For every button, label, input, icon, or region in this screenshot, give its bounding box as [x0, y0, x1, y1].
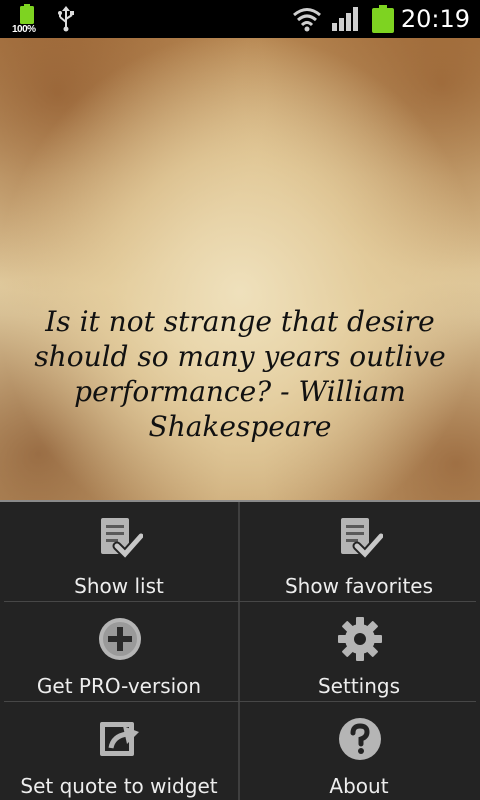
app-screen: 100% 20:19 Is it not strange that desire… — [0, 0, 480, 800]
settings-button[interactable]: Settings — [240, 602, 478, 702]
battery-icon — [372, 5, 394, 33]
battery-percent: 100% — [12, 24, 36, 35]
status-time: 20:19 — [400, 5, 470, 33]
get-pro-version-label: Get PRO-version — [36, 674, 202, 698]
settings-label: Settings — [317, 674, 401, 698]
status-bar: 100% 20:19 — [0, 0, 480, 38]
quote-display[interactable]: Is it not strange that desire should so … — [0, 38, 480, 500]
signal-icon — [332, 7, 358, 31]
widget-export-icon — [100, 722, 139, 756]
gear-icon — [338, 617, 382, 661]
usb-icon — [58, 6, 74, 32]
show-favorites-button[interactable]: Show favorites — [240, 502, 478, 602]
about-button[interactable]: About — [240, 702, 478, 800]
battery-small-icon — [20, 4, 34, 24]
plus-circle-icon — [99, 618, 141, 660]
set-quote-to-widget-label: Set quote to widget — [20, 774, 218, 798]
options-menu: Show list Show favorites Get PRO-version… — [0, 500, 480, 800]
quote-text: Is it not strange that desire should so … — [34, 305, 446, 443]
about-label: About — [329, 774, 389, 798]
help-icon — [339, 718, 381, 760]
list-check-icon — [101, 518, 143, 561]
set-quote-to-widget-button[interactable]: Set quote to widget — [0, 702, 238, 800]
show-list-button[interactable]: Show list — [0, 502, 238, 602]
show-list-label: Show list — [74, 574, 164, 598]
wifi-icon — [293, 8, 321, 32]
get-pro-version-button[interactable]: Get PRO-version — [0, 602, 238, 702]
battery-indicator-small: 100% — [12, 4, 42, 35]
list-check-icon — [341, 518, 383, 561]
show-favorites-label: Show favorites — [284, 574, 434, 598]
